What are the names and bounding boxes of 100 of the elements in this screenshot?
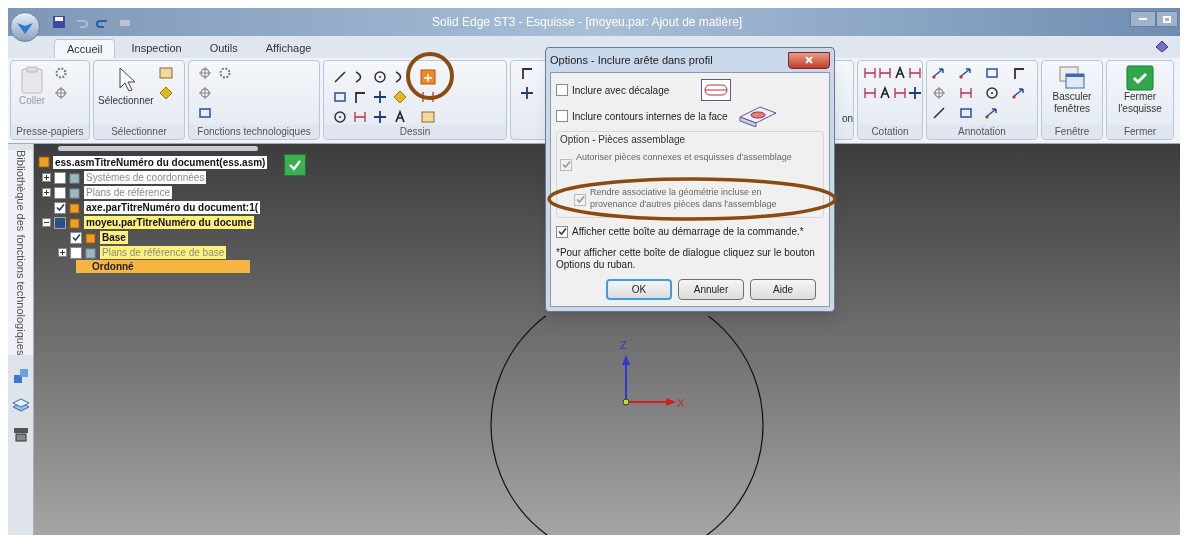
dimension-icon[interactable] [877, 65, 893, 81]
annotation-arrow-icon[interactable] [984, 105, 1000, 121]
close-sketch-button[interactable]: Fermer l'esquisse [1118, 65, 1162, 115]
checkbox[interactable] [70, 231, 82, 244]
cross-icon[interactable] [372, 89, 388, 105]
line-icon[interactable] [332, 69, 348, 85]
line-icon[interactable] [931, 105, 947, 121]
ribbon-tab[interactable]: Affichage [253, 39, 324, 58]
group-label: Annotation [927, 125, 1037, 139]
part-icon [69, 216, 81, 229]
text-style-icon[interactable] [392, 109, 408, 125]
tree-item[interactable]: Plans de référence [84, 186, 172, 199]
include-icon[interactable] [420, 69, 436, 85]
group-label: Fonctions technologiques [189, 125, 319, 139]
group-label: Sélectionner [94, 125, 184, 139]
option-label: Autoriser pièces connexes et esquisses d'assemblage [576, 151, 792, 163]
text-style-icon[interactable] [892, 65, 908, 81]
annotation-arrow-icon[interactable] [1010, 85, 1027, 101]
tree-item[interactable]: axe.parTitreNuméro du document:1( [84, 201, 261, 214]
confirm-icon[interactable] [284, 154, 306, 176]
target-icon[interactable] [197, 85, 213, 101]
dialog-button[interactable]: Aide [750, 279, 816, 300]
dimension-icon[interactable] [862, 85, 878, 101]
select-button[interactable]: Sélectionner [98, 65, 154, 107]
checkbox[interactable] [54, 186, 66, 199]
close-button[interactable] [788, 51, 830, 69]
tree-root[interactable]: ess.asmTitreNuméro du document(ess.asm) [53, 155, 268, 169]
cross-icon[interactable] [519, 85, 535, 101]
tree-item[interactable]: moyeu.parTitreNuméro du docume [84, 216, 254, 229]
highlight-circle [405, 51, 455, 101]
active-part-icon[interactable] [54, 216, 66, 229]
expand-icon[interactable] [42, 188, 51, 197]
minimize-button[interactable] [1130, 11, 1156, 27]
circle-icon[interactable] [332, 109, 348, 125]
expand-icon[interactable] [58, 248, 67, 257]
rectangle-icon[interactable] [197, 105, 213, 121]
option-label: Afficher cette boîte au démarrage de la commande.* [572, 225, 804, 239]
checkbox[interactable] [54, 201, 66, 214]
save-icon[interactable] [52, 15, 66, 29]
order-bar[interactable]: Ordonné [76, 260, 250, 273]
checkbox[interactable] [556, 225, 568, 238]
checkmark-icon [1126, 65, 1154, 91]
circle-icon[interactable] [984, 85, 1000, 101]
machine-icon[interactable] [11, 425, 30, 444]
tree-item[interactable]: Base [100, 231, 128, 244]
clipboard-icon [20, 65, 45, 95]
offset-profile-icon [701, 79, 732, 101]
dimension-icon[interactable] [862, 65, 878, 81]
shape-icon[interactable] [157, 85, 174, 101]
group-label: Fenêtre [1042, 125, 1102, 139]
group-label: Dessin [324, 125, 506, 139]
annotation-arrow-icon[interactable] [931, 65, 947, 81]
ribbon-tab[interactable]: Accueil [54, 39, 116, 58]
annotation-arrow-icon[interactable] [957, 65, 974, 81]
ribbon-tab[interactable]: Outils [197, 39, 250, 58]
corner-icon[interactable] [519, 65, 535, 81]
dimension-icon[interactable] [892, 85, 908, 101]
application-button[interactable] [10, 12, 40, 42]
expand-icon[interactable] [42, 173, 51, 182]
dimension-icon[interactable] [907, 65, 923, 81]
checkbox[interactable] [556, 84, 568, 96]
tree-item[interactable]: Systèmes de coordonnées [84, 171, 207, 184]
rectangle-icon[interactable] [957, 105, 974, 121]
cross-icon[interactable] [907, 85, 923, 101]
help-icon[interactable] [1154, 39, 1170, 53]
switch-windows-button[interactable]: Basculer fenêtres [1052, 65, 1092, 115]
checkbox[interactable] [54, 171, 66, 184]
ribbon-tab[interactable]: Inspection [119, 39, 194, 58]
assembly-icon [38, 156, 50, 168]
restore-button[interactable] [1156, 11, 1178, 27]
collapse-icon[interactable] [42, 218, 51, 227]
side-panel-tab[interactable]: Bibliothèque des fonctions technologiques [8, 150, 33, 356]
dialog-button[interactable]: OK [606, 279, 672, 300]
dimension-icon[interactable] [420, 89, 436, 105]
rectangle-icon[interactable] [332, 89, 348, 105]
rectangle-icon[interactable] [984, 65, 1000, 81]
checkbox[interactable] [556, 110, 568, 122]
blocks-icon[interactable] [11, 367, 30, 386]
option-label: Inclure avec décalage [572, 83, 670, 98]
cross-icon[interactable] [372, 109, 388, 125]
option-label: Inclure contours internes de la face [572, 109, 728, 124]
corner-icon[interactable] [352, 89, 368, 105]
close-icon [805, 56, 813, 64]
circle-icon[interactable] [372, 69, 388, 85]
layers-icon[interactable] [11, 397, 30, 414]
target-icon[interactable] [197, 65, 213, 81]
face-block-icon [737, 105, 778, 127]
shape-icon[interactable] [392, 89, 408, 105]
checkbox[interactable] [70, 246, 82, 259]
panel-grip[interactable] [58, 146, 258, 151]
dimension-icon[interactable] [957, 85, 974, 101]
option-label: Rendre associative la géométrie incluse en provenance d'autres pièces dans l'assemblage [590, 186, 778, 210]
window-title: Solid Edge ST3 - Esquisse - [moyeu.par: Ajout de matière] [432, 14, 743, 31]
text-style-icon[interactable] [877, 85, 893, 101]
axis-label: X [677, 396, 685, 411]
group-label: Fermer [1107, 125, 1173, 139]
dialog-button[interactable]: Annuler [678, 279, 744, 300]
group-label: Cotation [858, 125, 922, 139]
target-icon[interactable] [53, 85, 70, 101]
part-icon [69, 186, 81, 199]
